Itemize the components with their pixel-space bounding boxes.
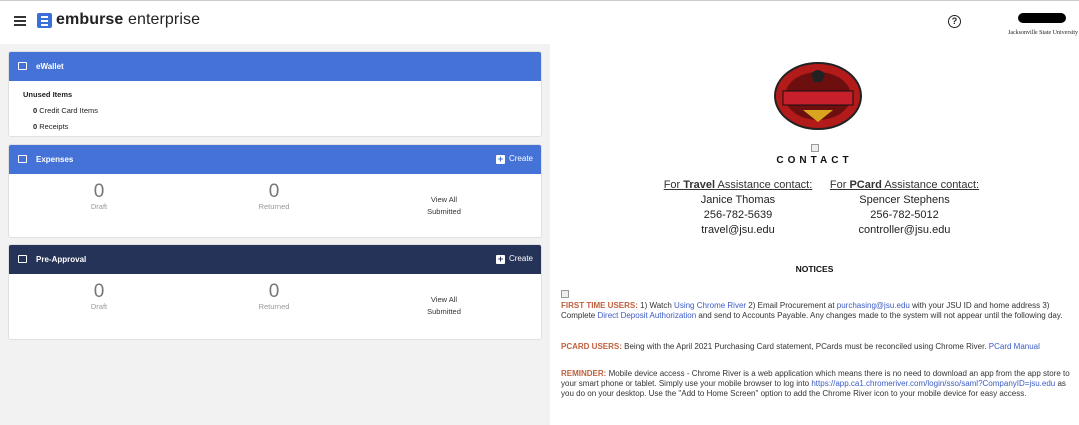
chrome-river-login-link[interactable]: https://app.ca1.chromeriver.com/login/ss… — [811, 379, 1055, 388]
direct-deposit-link[interactable]: Direct Deposit Authorization — [597, 311, 696, 320]
brand-logo-text[interactable]: emburse enterprise — [56, 11, 200, 29]
preapproval-view-all-submitted[interactable]: View All Submitted — [399, 294, 489, 318]
user-name-redacted[interactable] — [1018, 13, 1066, 23]
pcard-contact: For PCard Assistance contact: Spencer St… — [822, 178, 987, 238]
expenses-panel: Expenses + Create 0 Draft 0 Returned View… — [8, 144, 542, 238]
ewallet-body: Unused Items 0 Credit Card Items 0 Recei… — [9, 81, 541, 136]
notice-pcard-users: PCARD USERS: Being with the April 2021 P… — [561, 342, 1040, 351]
pcard-contact-name: Spencer Stephens — [859, 194, 950, 206]
announcements-panel: CONTACT For Travel Assistance contact: J… — [550, 44, 1079, 425]
wallet-icon — [18, 62, 27, 70]
expenses-create-button[interactable]: + Create — [495, 154, 533, 164]
using-chrome-river-link[interactable]: Using Chrome River — [674, 301, 746, 310]
broken-image-icon — [810, 144, 819, 152]
travel-contact-heading: For Travel Assistance contact: — [663, 179, 813, 191]
pcard-manual-link[interactable]: PCard Manual — [989, 342, 1040, 351]
travel-contact-phone: 256-782-5639 — [703, 209, 773, 221]
expenses-header: Expenses + Create — [9, 145, 541, 174]
dashboard-left-column: eWallet Unused Items 0 Credit Card Items… — [0, 44, 550, 425]
menu-icon[interactable] — [14, 16, 26, 26]
jsu-gamecocks-logo — [774, 62, 862, 130]
ewallet-panel: eWallet Unused Items 0 Credit Card Items… — [8, 51, 542, 137]
plus-icon: + — [495, 154, 505, 164]
expenses-view-all-submitted[interactable]: View All Submitted — [399, 194, 489, 218]
plus-icon: + — [495, 254, 505, 264]
contact-heading: CONTACT — [550, 144, 1079, 166]
expenses-icon — [18, 155, 27, 163]
emburse-logo-icon — [37, 13, 52, 28]
travel-contact-name: Janice Thomas — [700, 194, 776, 206]
broken-image-icon — [561, 290, 569, 298]
pcard-contact-email: controller@jsu.edu — [858, 224, 951, 236]
preapproval-icon — [18, 255, 27, 263]
credit-card-items-link[interactable]: 0 Credit Card Items — [23, 103, 527, 119]
travel-contact: For Travel Assistance contact: Janice Th… — [658, 178, 818, 238]
ewallet-title: eWallet — [36, 62, 64, 71]
help-icon[interactable]: ? — [948, 15, 961, 28]
purchasing-email-link[interactable]: purchasing@jsu.edu — [837, 301, 910, 310]
pcard-contact-phone: 256-782-5012 — [870, 209, 939, 221]
user-organization: Jacksonville State University — [1008, 30, 1078, 36]
unused-items-label: Unused Items — [23, 90, 73, 99]
receipts-link[interactable]: 0 Receipts — [23, 119, 527, 135]
pcard-contact-heading: For PCard Assistance contact: — [829, 179, 980, 191]
expenses-draft-stat[interactable]: 0 Draft — [39, 182, 159, 212]
preapproval-draft-stat[interactable]: 0 Draft — [39, 282, 159, 312]
notices-heading: NOTICES — [795, 264, 834, 274]
top-bar: emburse enterprise ? Jacksonville State … — [0, 0, 1079, 44]
preapproval-returned-stat[interactable]: 0 Returned — [214, 282, 334, 312]
expenses-title: Expenses — [36, 155, 74, 164]
notice-reminder: REMINDER: Mobile device access - Chrome … — [561, 369, 1070, 398]
preapproval-create-button[interactable]: + Create — [495, 254, 533, 264]
expenses-returned-stat[interactable]: 0 Returned — [214, 182, 334, 212]
preapproval-panel: Pre-Approval + Create 0 Draft 0 Returned … — [8, 244, 542, 340]
ewallet-header[interactable]: eWallet — [9, 52, 541, 81]
preapproval-title: Pre-Approval — [36, 255, 87, 264]
travel-contact-email: travel@jsu.edu — [701, 224, 775, 236]
preapproval-header: Pre-Approval + Create — [9, 245, 541, 274]
notice-first-time-users: FIRST TIME USERS: 1) Watch Using Chrome … — [561, 290, 1076, 321]
